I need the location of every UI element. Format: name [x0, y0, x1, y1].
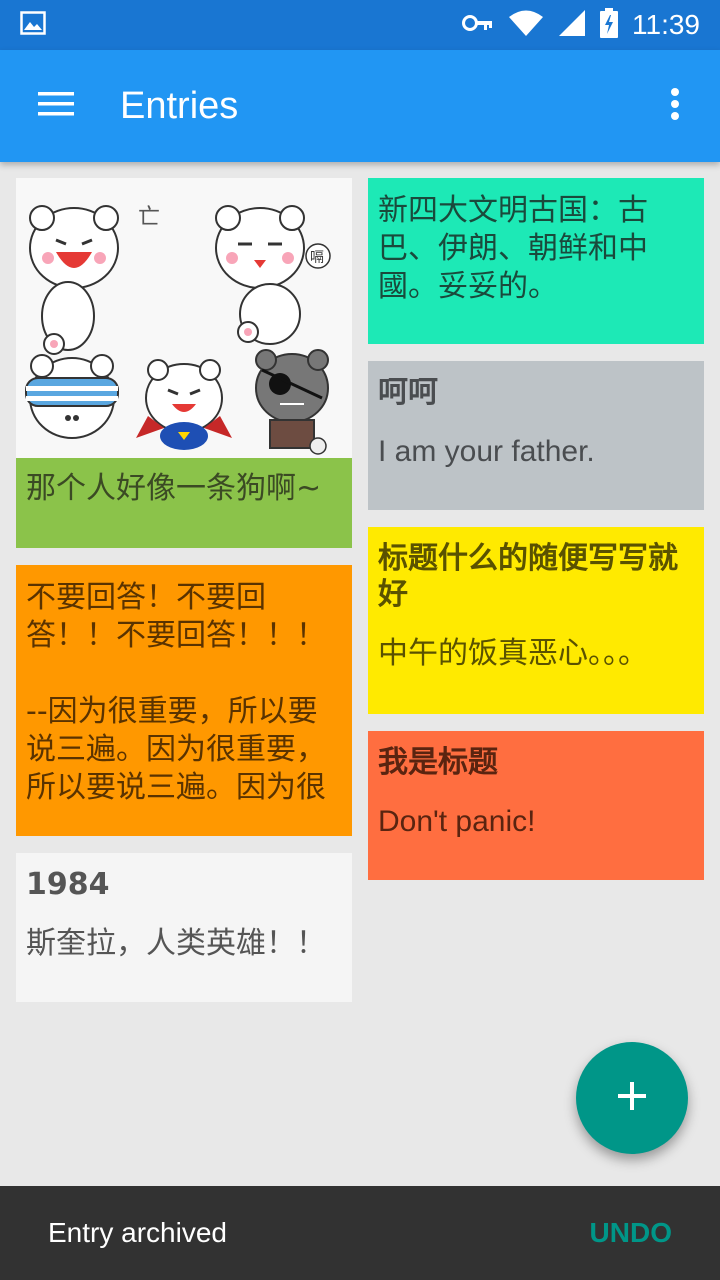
- entry-body: 新四大文明古国：古巴、伊朗、朝鲜和中國。妥妥的。: [378, 193, 648, 304]
- entry-card-red[interactable]: 我是标题 Don't panic!: [368, 731, 704, 880]
- signal-icon: [558, 9, 586, 41]
- entry-title: 我是标题: [378, 745, 498, 780]
- key-icon: [462, 13, 494, 37]
- app-bar: Entries: [0, 50, 720, 162]
- entry-body: 不要回答！不要回答！！不要回答！！！ --因为很重要，所以要说三遍。因为很重要，…: [26, 580, 326, 801]
- entry-card-1984[interactable]: 1984 斯奎拉，人类英雄！！: [16, 853, 352, 1002]
- entry-card-teal[interactable]: 新四大文明古国：古巴、伊朗、朝鲜和中國。妥妥的。: [368, 178, 704, 344]
- entry-title: 1984: [26, 867, 110, 902]
- entry-body: 斯奎拉，人类英雄！！: [26, 926, 326, 961]
- image-icon: [20, 11, 46, 39]
- status-bar: 11:39: [0, 0, 720, 50]
- status-time: 11:39: [632, 9, 700, 40]
- plus-icon: [616, 1080, 648, 1116]
- entry-body: I am your father.: [378, 435, 595, 468]
- entry-title: 呵呵: [378, 375, 438, 410]
- entry-title: 标题什么的随便写写就好: [378, 541, 678, 612]
- entry-card-bears-footer: 那个人好像一条狗啊~: [16, 458, 352, 548]
- entry-body: Don't panic!: [378, 805, 536, 838]
- battery-charging-icon: [600, 8, 618, 42]
- menu-button[interactable]: [0, 50, 112, 162]
- wifi-icon: [508, 9, 544, 41]
- svg-text:亡: 亡: [138, 205, 160, 230]
- snackbar-message: Entry archived: [48, 1217, 227, 1248]
- entry-card-haha[interactable]: 呵呵 I am your father.: [368, 361, 704, 510]
- snackbar: Entry archived UNDO: [0, 1186, 720, 1280]
- add-entry-button[interactable]: [576, 1042, 688, 1154]
- entry-card-bears[interactable]: 亡 嗝 那个人好像一条狗啊~: [16, 178, 352, 548]
- entry-body: 中午的饭真恶心。。。: [378, 636, 648, 671]
- bear-stickers-icon: 亡 嗝: [16, 178, 352, 458]
- more-vert-icon: [670, 87, 680, 125]
- svg-text:嗝: 嗝: [310, 250, 324, 266]
- entry-card-yellow[interactable]: 标题什么的随便写写就好 中午的饭真恶心。。。: [368, 527, 704, 714]
- overflow-menu-button[interactable]: [630, 50, 720, 162]
- undo-button[interactable]: UNDO: [590, 1217, 672, 1249]
- page-title: Entries: [120, 84, 239, 127]
- entry-body: 那个人好像一条狗啊~: [26, 471, 322, 506]
- hamburger-menu-icon: [38, 91, 74, 121]
- entry-card-orange[interactable]: 不要回答！不要回答！！不要回答！！！ --因为很重要，所以要说三遍。因为很重要，…: [16, 565, 352, 836]
